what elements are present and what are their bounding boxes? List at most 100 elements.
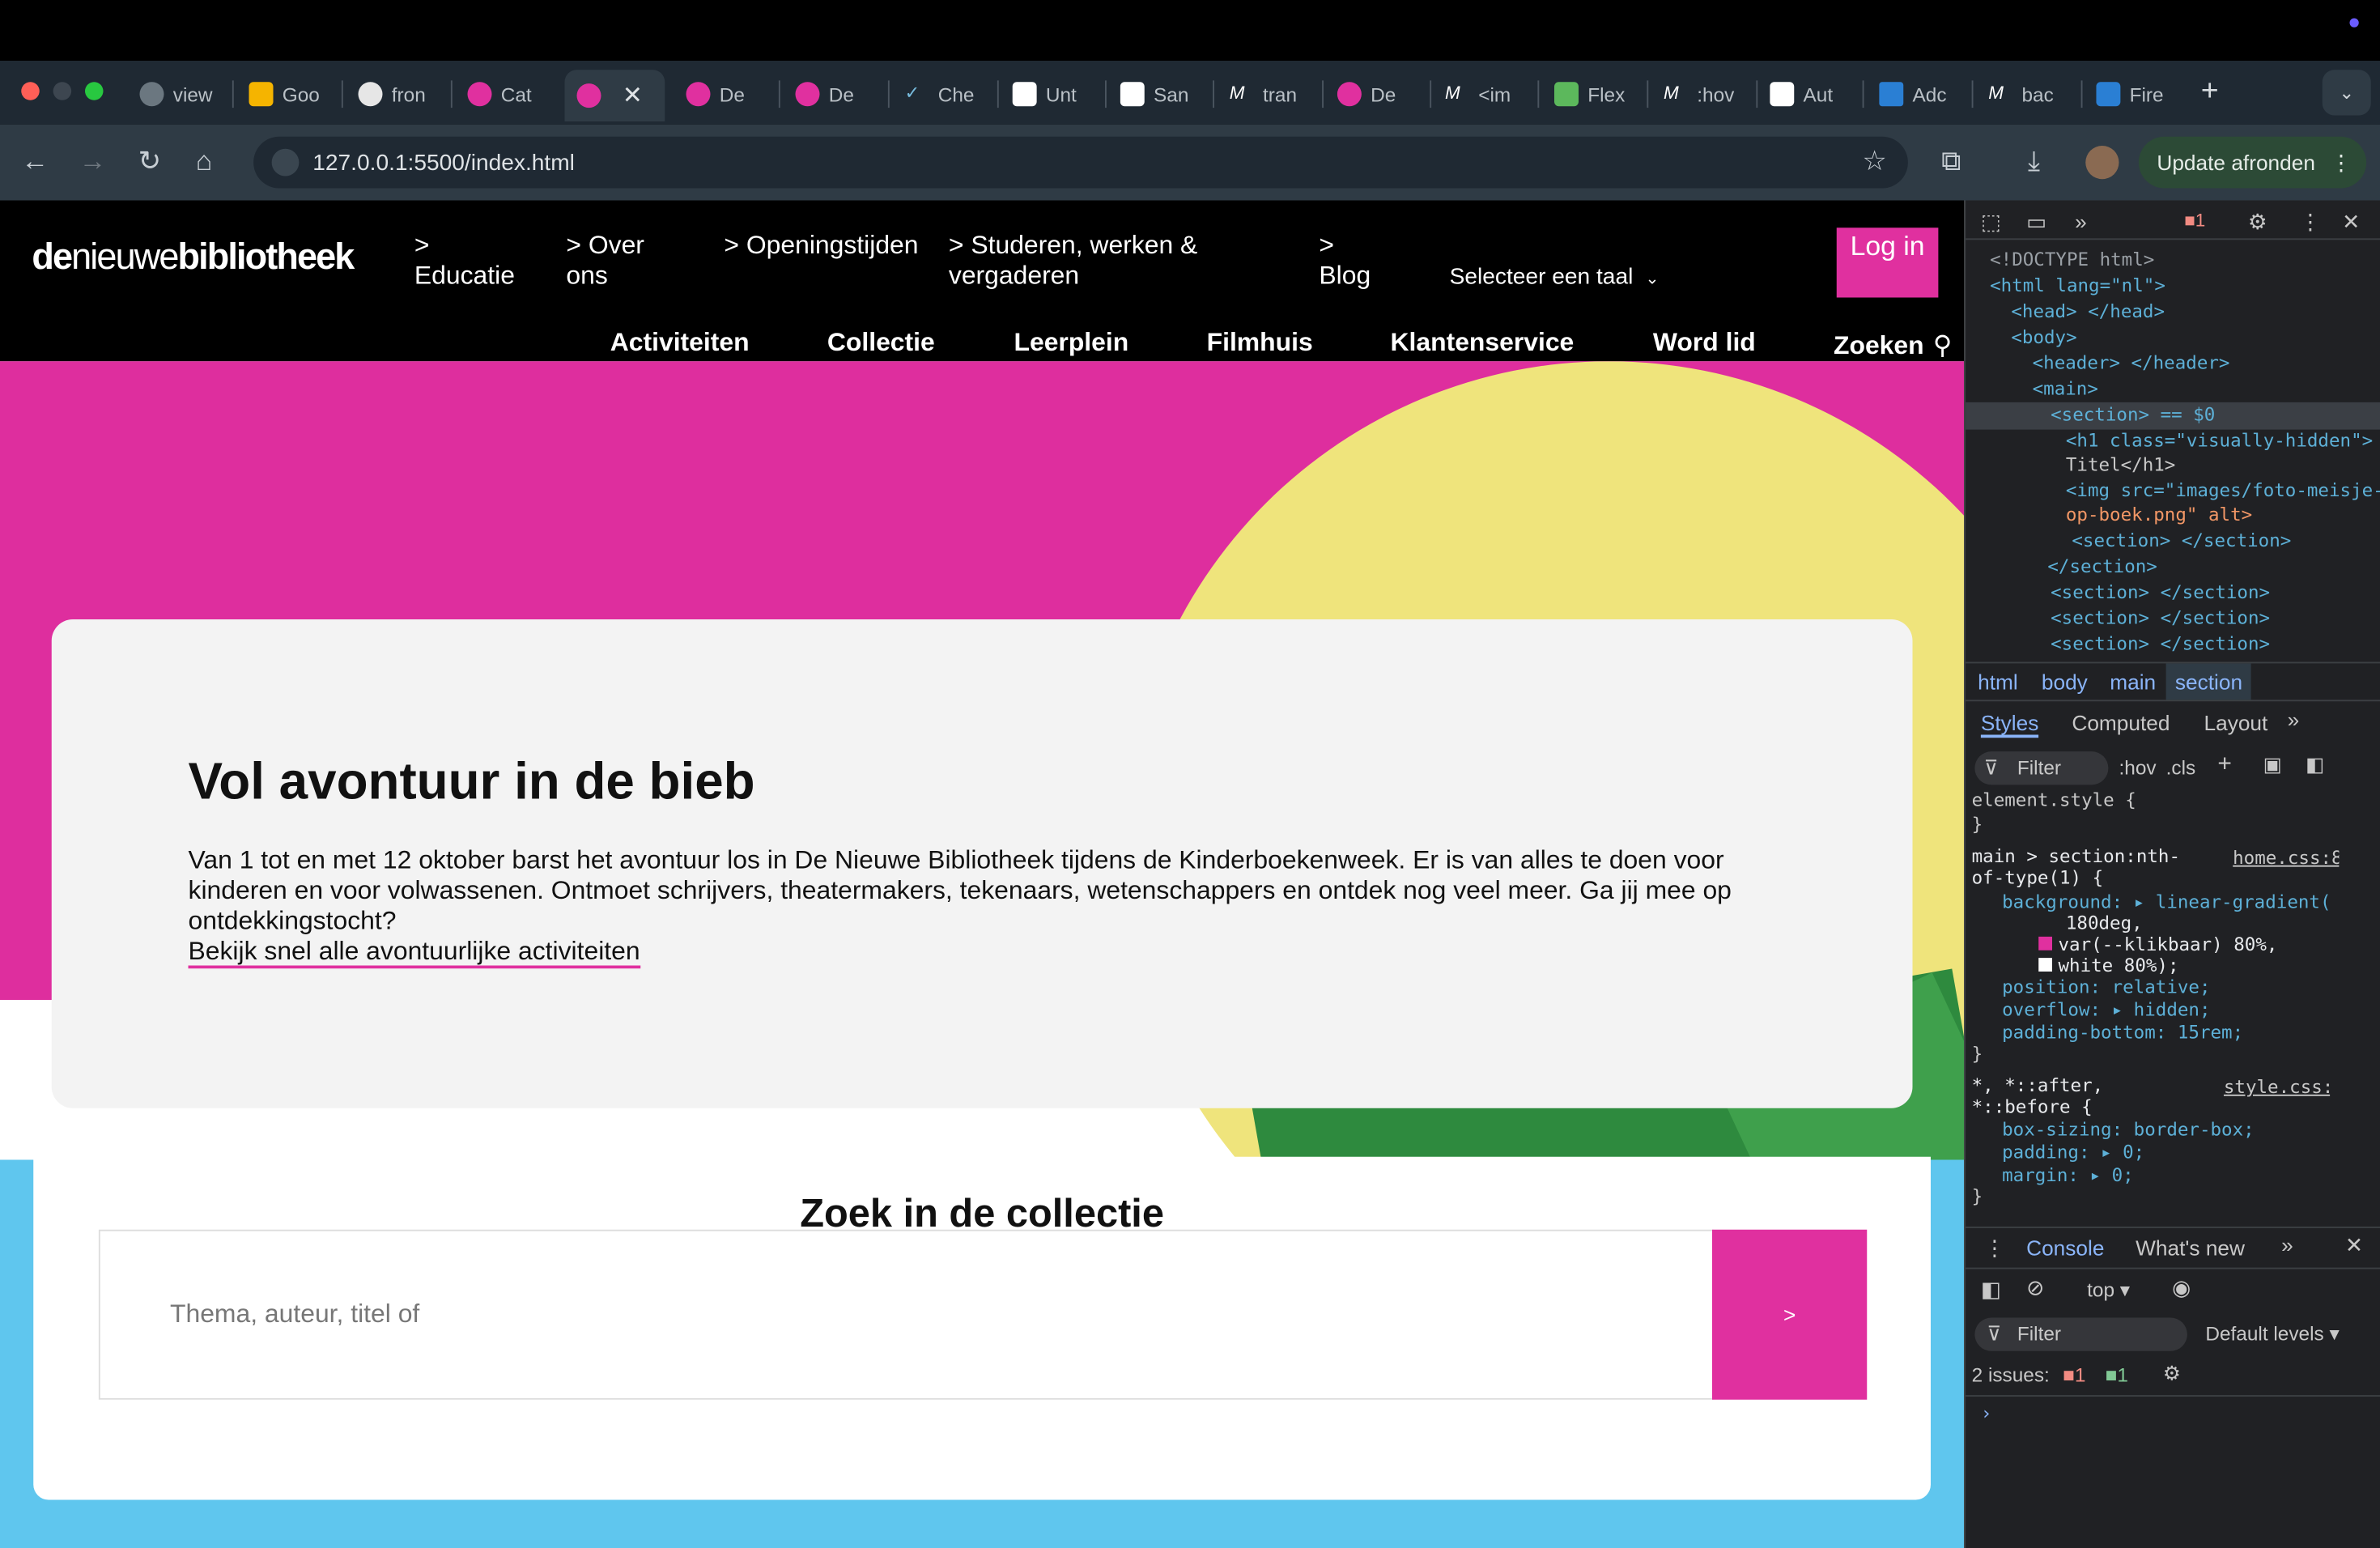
dom-line[interactable]: <section> </section> bbox=[2051, 607, 2380, 628]
nav-link-educatie[interactable]: > Educatie bbox=[414, 231, 536, 291]
reload-icon[interactable]: ↻ bbox=[138, 146, 161, 177]
close-tab-icon[interactable]: ✕ bbox=[623, 80, 643, 111]
search-link[interactable]: Zoeken ⚲ bbox=[1834, 331, 1952, 362]
dom-line[interactable]: <h1 class="visually-hidden"> bbox=[2066, 430, 2380, 451]
context-select[interactable]: top ▾ bbox=[2087, 1278, 2130, 1303]
main-nav-filmhuis[interactable]: Filmhuis bbox=[1207, 328, 1313, 359]
css-declaration[interactable]: box-sizing: border-box; bbox=[2002, 1119, 2380, 1140]
color-swatch[interactable] bbox=[2038, 936, 2052, 950]
dom-line[interactable]: <section> </section> bbox=[2051, 581, 2380, 602]
nav-link-blog[interactable]: > Blog bbox=[1319, 231, 1379, 291]
browser-tab[interactable]: Aut bbox=[1770, 73, 1855, 116]
nav-link-over-ons[interactable]: > Over ons bbox=[566, 231, 672, 291]
browser-tab[interactable]: Cat bbox=[467, 73, 553, 116]
download-icon[interactable]: ⤓ bbox=[2028, 146, 2040, 177]
dom-line[interactable]: <img src="images/foto-meisje- bbox=[2066, 480, 2380, 501]
browser-tab[interactable]: fron bbox=[358, 73, 444, 116]
bookmark-star-icon[interactable]: ☆ bbox=[1862, 146, 1886, 177]
browser-tab[interactable]: Flex bbox=[1554, 73, 1639, 116]
device-toggle-icon[interactable]: ▭ bbox=[2026, 210, 2046, 236]
css-declaration[interactable]: position: relative; bbox=[2002, 976, 2380, 997]
css-declaration[interactable]: 180deg, bbox=[2066, 912, 2380, 933]
browser-tab[interactable]: M <im bbox=[1445, 73, 1530, 116]
tab-console[interactable]: Console bbox=[2026, 1235, 2104, 1260]
console-sidebar-icon[interactable]: ◧ bbox=[1981, 1277, 2001, 1303]
sidebar-toggle-icon[interactable]: ◧ bbox=[2306, 753, 2324, 777]
dom-line[interactable]: <main> bbox=[2033, 378, 2380, 399]
close-drawer-icon[interactable]: ✕ bbox=[2345, 1233, 2363, 1259]
css-source-link[interactable]: home.css:8 bbox=[2233, 847, 2339, 868]
main-nav-leerplein[interactable]: Leerplein bbox=[1014, 328, 1129, 359]
color-swatch[interactable] bbox=[2038, 958, 2052, 972]
hero-activities-link[interactable]: Bekijk snel alle avontuurlijke activitei… bbox=[188, 936, 640, 969]
css-declaration[interactable]: padding-bottom: 15rem; bbox=[2002, 1022, 2380, 1043]
console-filter-input[interactable]: Filter bbox=[1974, 1317, 2187, 1351]
new-rule-icon[interactable]: + bbox=[2217, 751, 2232, 779]
collection-search-button[interactable]: > bbox=[1712, 1229, 1868, 1400]
dom-line[interactable]: <!DOCTYPE html> bbox=[1990, 249, 2380, 270]
browser-tab[interactable]: De bbox=[795, 73, 881, 116]
maximize-window-button[interactable] bbox=[85, 82, 104, 100]
dom-line[interactable]: op-boek.png" alt> bbox=[2066, 504, 2380, 525]
tab-styles[interactable]: Styles bbox=[1980, 711, 2039, 738]
nav-link-studeren[interactable]: > Studeren, werken & vergaderen bbox=[949, 231, 1222, 291]
browser-tab[interactable]: Unt bbox=[1012, 73, 1098, 116]
browser-tab[interactable]: De bbox=[686, 73, 771, 116]
css-declaration[interactable]: background: ▸ linear-gradient( bbox=[2002, 891, 2380, 912]
browser-tab[interactable]: San bbox=[1120, 73, 1205, 116]
minimize-window-button[interactable] bbox=[53, 82, 72, 100]
collection-search-input[interactable]: Thema, auteur, titel of bbox=[98, 1229, 1714, 1400]
profile-avatar[interactable] bbox=[2085, 146, 2119, 180]
forward-icon[interactable]: → bbox=[79, 146, 107, 177]
breadcrumb-item-active[interactable]: section bbox=[2165, 663, 2252, 700]
dom-line[interactable]: Titel</h1> bbox=[2066, 454, 2380, 475]
main-nav-collectie[interactable]: Collectie bbox=[827, 328, 935, 359]
error-badge[interactable]: ■1 bbox=[2184, 210, 2205, 231]
css-declaration[interactable]: var(--klikbaar) 80%, bbox=[2038, 933, 2380, 955]
login-button[interactable]: Log in bbox=[1836, 228, 1939, 298]
browser-tab[interactable]: Mbac bbox=[1988, 73, 2073, 116]
site-logo[interactable]: denieuwebibliotheek bbox=[32, 237, 355, 280]
browser-tab[interactable]: Adc bbox=[1879, 73, 1964, 116]
cls-toggle[interactable]: .cls bbox=[2166, 756, 2196, 779]
dom-line-selected[interactable]: <section> == $0 bbox=[2051, 404, 2380, 425]
dom-line[interactable]: <head> </head> bbox=[2011, 300, 2380, 321]
dom-line[interactable]: <section> </section> bbox=[2051, 633, 2380, 654]
settings-gear-icon[interactable]: ⚙ bbox=[2248, 210, 2267, 236]
info-issue-badge[interactable]: ■1 bbox=[2106, 1363, 2128, 1386]
browser-tab[interactable]: Mtran bbox=[1230, 73, 1315, 116]
css-declaration[interactable]: overflow: ▸ hidden; bbox=[2002, 999, 2380, 1020]
main-nav-activiteiten[interactable]: Activiteiten bbox=[610, 328, 750, 359]
css-declaration[interactable]: white 80%); bbox=[2038, 955, 2380, 976]
console-prompt-icon[interactable]: › bbox=[1981, 1403, 2380, 1424]
more-tabs-icon[interactable]: » bbox=[2075, 210, 2087, 234]
drawer-menu-icon[interactable]: ⋮ bbox=[1984, 1235, 2005, 1261]
issues-label[interactable]: 2 issues: bbox=[1972, 1363, 2050, 1386]
close-devtools-icon[interactable]: ✕ bbox=[2342, 210, 2360, 236]
clear-console-icon[interactable]: ⊘ bbox=[2026, 1275, 2044, 1301]
css-declaration[interactable]: padding: ▸ 0; bbox=[2002, 1142, 2380, 1163]
browser-tab[interactable]: Goo bbox=[249, 73, 334, 116]
tab-search-button[interactable]: ⌄ bbox=[2322, 70, 2371, 116]
log-levels-select[interactable]: Default levels ▾ bbox=[2205, 1322, 2339, 1346]
inspect-icon[interactable]: ⬚ bbox=[1981, 210, 2001, 236]
extensions-icon[interactable]: ⧉ bbox=[1941, 146, 1961, 177]
more-menu-icon[interactable]: ⋮ bbox=[2331, 150, 2352, 176]
css-declaration[interactable]: margin: ▸ 0; bbox=[2002, 1164, 2380, 1185]
breadcrumb-item[interactable]: main bbox=[2110, 670, 2156, 694]
main-nav-word-lid[interactable]: Word lid bbox=[1653, 328, 1756, 359]
browser-tab[interactable]: M:hov bbox=[1664, 73, 1749, 116]
css-source-link[interactable]: style.css:4 bbox=[2224, 1076, 2330, 1097]
home-icon[interactable]: ⌂ bbox=[196, 146, 212, 177]
tab-computed[interactable]: Computed bbox=[2072, 711, 2170, 735]
paint-icon[interactable]: ▣ bbox=[2263, 753, 2282, 777]
error-issue-badge[interactable]: ■1 bbox=[2063, 1363, 2085, 1386]
dom-line[interactable]: </section> bbox=[2047, 555, 2380, 576]
breadcrumb-item[interactable]: html bbox=[1978, 670, 2018, 694]
dom-line[interactable]: <section> </section> bbox=[2072, 529, 2380, 551]
tab-layout[interactable]: Layout bbox=[2204, 711, 2268, 735]
main-nav-klantenservice[interactable]: Klantenservice bbox=[1391, 328, 1575, 359]
back-icon[interactable]: ← bbox=[21, 146, 49, 177]
devtools-menu-icon[interactable]: ⋮ bbox=[2300, 210, 2321, 236]
address-bar[interactable]: 127.0.0.1:5500/index.html ☆ bbox=[253, 136, 1908, 189]
